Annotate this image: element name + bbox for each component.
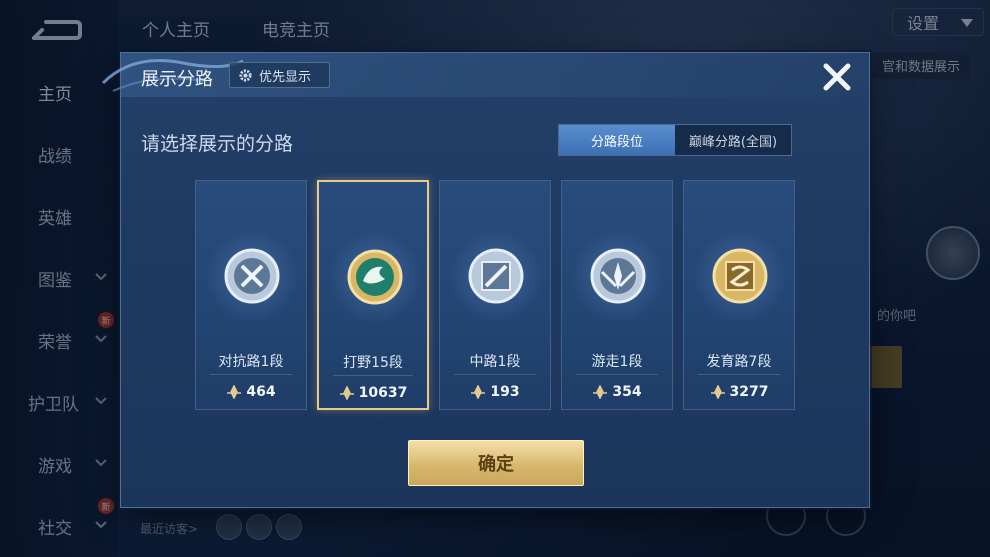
- lane-rank: 打野15段: [343, 355, 403, 371]
- segment-peak-lane[interactable]: 巅峰分路(全国): [675, 125, 791, 155]
- lane-display-dialog: 展示分路 优先显示 请选择展示的分路 分路段位 巅峰分路(全国) 对抗路1段 4…: [101, 52, 870, 508]
- lane-card-jungle[interactable]: 打野15段 10637: [317, 180, 429, 410]
- confirm-button[interactable]: 确定: [408, 440, 584, 486]
- lane-score: 3277: [684, 384, 794, 400]
- lane-card-mid[interactable]: 中路1段 193: [439, 180, 551, 410]
- lane-card-top[interactable]: 对抗路1段 464: [195, 180, 307, 410]
- lane-score-value: 354: [612, 384, 642, 400]
- dialog-subtitle: 请选择展示的分路: [141, 133, 294, 155]
- divider: [698, 374, 780, 375]
- lane-rank: 中路1段: [469, 354, 521, 370]
- divider: [454, 374, 536, 375]
- lane-rank: 游走1段: [591, 354, 643, 370]
- lane-score-value: 3277: [729, 384, 769, 400]
- dialog-title: 展示分路: [141, 69, 213, 90]
- wing-emblem-icon: [590, 248, 646, 304]
- sword-emblem-icon: [224, 248, 280, 304]
- close-icon[interactable]: [819, 59, 855, 95]
- arrow-emblem-icon: [712, 248, 768, 304]
- segment-control: 分路段位 巅峰分路(全国): [558, 124, 792, 156]
- lane-score: 193: [440, 384, 550, 400]
- priority-display-button[interactable]: 优先显示: [229, 62, 330, 88]
- lane-card-adc[interactable]: 发育路7段 3277: [683, 180, 795, 410]
- divider: [333, 375, 413, 376]
- marker-icon: [227, 385, 242, 399]
- gear-icon: [239, 68, 252, 82]
- priority-display-label: 优先显示: [259, 69, 312, 85]
- lane-rank: 发育路7段: [706, 354, 772, 370]
- marker-icon: [593, 385, 608, 399]
- lane-score-value: 464: [246, 384, 276, 400]
- lane-rank: 对抗路1段: [218, 354, 284, 370]
- marker-icon: [710, 385, 725, 399]
- divider: [576, 374, 658, 375]
- lane-score: 354: [562, 384, 672, 400]
- lane-score: 464: [196, 384, 306, 400]
- dragon-emblem-icon: [347, 249, 403, 305]
- segment-lane-rank[interactable]: 分路段位: [559, 125, 675, 155]
- divider: [210, 374, 292, 375]
- lane-score: 10637: [319, 385, 427, 401]
- lane-card-roam[interactable]: 游走1段 354: [561, 180, 673, 410]
- staff-emblem-icon: [468, 248, 524, 304]
- marker-icon: [339, 386, 354, 400]
- marker-icon: [471, 385, 486, 399]
- lane-score-value: 10637: [358, 385, 408, 401]
- lane-score-value: 193: [490, 384, 520, 400]
